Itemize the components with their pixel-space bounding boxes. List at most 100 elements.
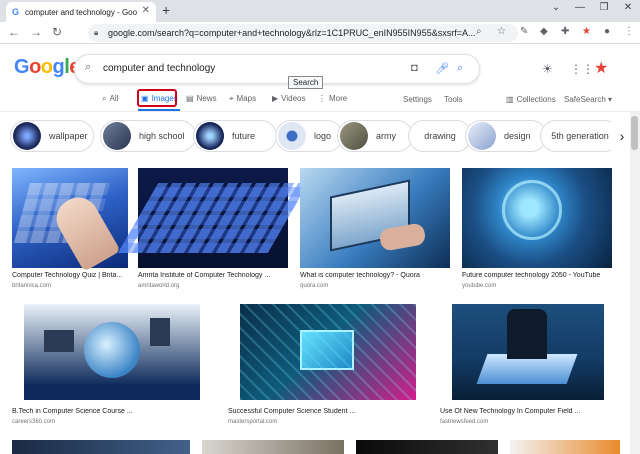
search-icon: ⌕: [85, 61, 92, 73]
brightness-icon[interactable]: ☀: [542, 62, 553, 76]
images-tab-highlight: [137, 89, 177, 107]
more-vertical-icon: ⋮: [318, 94, 326, 103]
minimize-button[interactable]: —: [572, 2, 588, 13]
image-result-partial[interactable]: [202, 440, 344, 454]
reload-icon[interactable]: ↻: [52, 25, 62, 39]
puzzle-icon[interactable]: ✚: [561, 26, 569, 37]
image-result[interactable]: Computer Technology Quiz | Brita... brit…: [12, 168, 128, 292]
tab-maps[interactable]: ⌖ Maps: [229, 94, 256, 104]
chip-army[interactable]: army: [337, 120, 413, 152]
new-tab-button[interactable]: +: [162, 2, 170, 18]
close-tab-icon[interactable]: ✕: [142, 5, 150, 16]
result-title[interactable]: Computer Technology Quiz | Brita...: [12, 272, 128, 279]
chip-thumbnail: [468, 122, 496, 150]
lock-icon: 🔒︎: [94, 28, 99, 37]
image-result-partial[interactable]: [12, 440, 190, 454]
news-icon: ▤: [186, 94, 194, 103]
chip-thumbnail: [340, 122, 368, 150]
holographic-ring-decoration: [502, 180, 562, 240]
chip-logo[interactable]: logo: [275, 120, 343, 152]
search-icon: ⌕: [102, 94, 107, 103]
tab-all[interactable]: ⌕ All: [102, 94, 118, 104]
image-result-partial[interactable]: [356, 440, 498, 454]
image-result[interactable]: Amrita Institute of Computer Technology …: [117, 168, 309, 292]
settings-link[interactable]: Settings: [403, 95, 432, 104]
chip-thumbnail: [278, 122, 306, 150]
bookmark-star-icon[interactable]: ☆: [497, 26, 506, 37]
eyedropper-icon[interactable]: ✎: [520, 26, 528, 37]
result-source: mastersportal.com: [228, 419, 278, 425]
scrollbar-thumb[interactable]: [631, 116, 638, 150]
chip-design[interactable]: design: [465, 120, 547, 152]
tab-videos[interactable]: ▶ Videos: [272, 94, 305, 103]
tools-link[interactable]: Tools: [444, 95, 463, 104]
profile-avatar-icon[interactable]: ●: [604, 26, 610, 37]
result-title[interactable]: Successful Computer Science Student ...: [228, 408, 428, 415]
circuit-lines-decoration: [240, 304, 416, 400]
result-thumbnail: [300, 168, 450, 268]
collections-icon: ▥: [506, 95, 514, 104]
safesearch-link[interactable]: SafeSearch ▾: [564, 95, 612, 104]
page-scrollbar[interactable]: [630, 112, 640, 454]
result-thumbnail: [462, 168, 612, 268]
zoom-search-icon[interactable]: ⌕: [476, 26, 482, 37]
browser-tab[interactable]: G computer and technology - Goo ✕: [6, 2, 156, 22]
camera-icon[interactable]: ◘: [411, 62, 418, 74]
image-result[interactable]: Use Of New Technology In Computer Field …: [440, 304, 624, 428]
tab-more[interactable]: ⋮ More: [318, 94, 347, 103]
devices-decoration: [44, 330, 74, 352]
google-logo[interactable]: Google: [14, 56, 80, 79]
red-star-extension-icon[interactable]: ★: [582, 26, 591, 37]
tab-news[interactable]: ▤ News: [186, 94, 217, 103]
chip-drawing[interactable]: drawing: [408, 120, 472, 152]
chip-future[interactable]: future: [193, 120, 277, 152]
tab-search-icon[interactable]: ⌄: [548, 2, 564, 13]
search-input[interactable]: computer and technology: [103, 63, 215, 74]
search-tooltip: Search: [288, 76, 324, 89]
header-divider: [0, 111, 640, 112]
image-result[interactable]: B.Tech in Computer Science Course ... ca…: [12, 304, 212, 428]
result-thumbnail: [452, 304, 604, 400]
chip-wallpaper[interactable]: wallpaper: [10, 120, 94, 152]
search-box: ⌕ computer and technology ◘ 🎤︎ ⌕: [74, 54, 480, 84]
image-result-partial[interactable]: [510, 440, 620, 454]
play-icon: ▶: [272, 94, 279, 103]
back-arrow-icon[interactable]: ←: [8, 25, 20, 39]
result-title[interactable]: B.Tech in Computer Science Course ...: [12, 408, 212, 415]
apps-grid-icon[interactable]: ⋮⋮: [570, 62, 594, 76]
image-result[interactable]: Successful Computer Science Student ... …: [228, 304, 428, 428]
result-source: amritaworld.org: [138, 283, 180, 289]
result-source: fastnewsfeed.com: [440, 419, 489, 425]
result-source: youtube.com: [462, 283, 497, 289]
search-submit-icon[interactable]: ⌕: [457, 62, 463, 75]
result-source: careers360.com: [12, 419, 56, 425]
glowing-keyboard-decoration: [117, 183, 309, 253]
extension-icon[interactable]: ◆: [540, 26, 548, 37]
browser-tab-bar: G computer and technology - Goo ✕ + ⌄ — …: [0, 0, 640, 22]
collections-link[interactable]: ▥ Collections: [506, 95, 556, 104]
address-toolbar: ← → ↻ 🔒︎ google.com/search?q=computer+an…: [0, 22, 640, 44]
tab-title: computer and technology - Goo: [25, 7, 138, 17]
result-title[interactable]: Use Of New Technology In Computer Field …: [440, 408, 624, 415]
chip-5th-generation[interactable]: 5th generation: [540, 120, 620, 152]
image-result[interactable]: What is computer technology? - Quora quo…: [300, 168, 450, 292]
result-title[interactable]: Amrita Institute of Computer Technology …: [138, 272, 288, 279]
image-result[interactable]: Future computer technology 2050 - YouTub…: [462, 168, 612, 292]
browser-menu-icon[interactable]: ⋮: [624, 26, 634, 37]
url-text: google.com/search?q=computer+and+technol…: [108, 28, 476, 38]
window-controls: ⌄ — ❐ ✕: [548, 2, 636, 13]
chip-high-school[interactable]: high school: [100, 120, 196, 152]
result-title[interactable]: Future computer technology 2050 - YouTub…: [462, 272, 612, 279]
microphone-icon[interactable]: 🎤︎: [435, 62, 449, 75]
forward-arrow-icon[interactable]: →: [30, 25, 42, 39]
restore-button[interactable]: ❐: [596, 2, 612, 13]
result-source: quora.com: [300, 283, 329, 289]
chip-thumbnail: [103, 122, 131, 150]
account-avatar-icon[interactable]: ★: [594, 58, 608, 78]
chip-thumbnail: [196, 122, 224, 150]
dropdown-arrow-icon: ▾: [605, 95, 613, 104]
close-window-button[interactable]: ✕: [620, 2, 636, 13]
result-title[interactable]: What is computer technology? - Quora: [300, 272, 450, 279]
result-source: britannica.com: [12, 283, 52, 289]
url-bar[interactable]: 🔒︎ google.com/search?q=computer+and+tech…: [88, 24, 518, 42]
